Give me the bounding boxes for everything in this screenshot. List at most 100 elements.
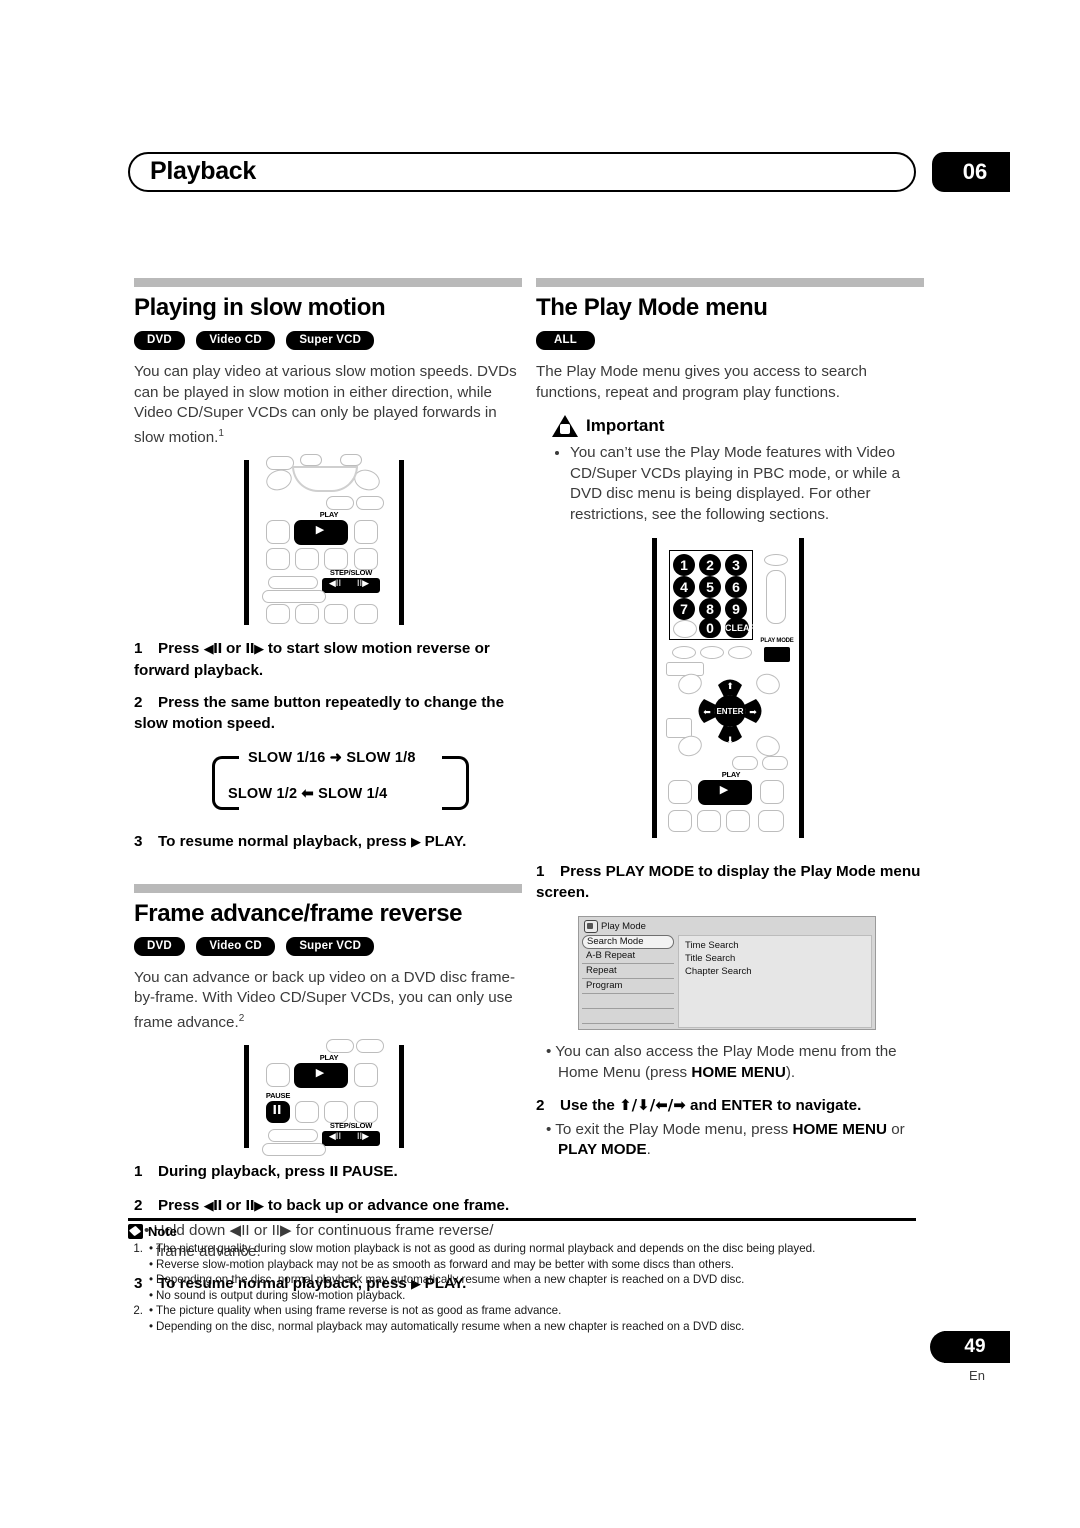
step-slow-forward-icon: II▶ [356, 1132, 370, 1143]
bullet-bold-home-menu: HOME MENU [691, 1063, 786, 1081]
cycle-row-top: SLOW 1/16 ➜ SLOW 1/8 [248, 750, 416, 767]
cycle-row-bottom: SLOW 1/2 ⬅ SLOW 1/4 [228, 786, 388, 803]
play-key-label: PLAY [319, 1053, 339, 1063]
footnote-ref-2: 2 [238, 1012, 245, 1024]
frame-advance-intro-text: You can advance or back up video on a DV… [134, 968, 516, 1031]
right-column-bottom-text: • You can also access the Play Mode menu… [536, 1042, 924, 1161]
step-number: 1 [134, 1163, 143, 1181]
bullet-bold-home-menu: HOME MENU [792, 1120, 887, 1138]
section-heading-slow-motion: Playing in slow motion [134, 294, 386, 321]
step-1-frame-advance: 1 During playback, press II PAUSE. [134, 1162, 522, 1184]
badge-dvd: DVD [134, 331, 185, 350]
note-line: • Depending on the disc, normal playback … [128, 1272, 916, 1288]
disc-badges-slow-motion: DVD Video CD Super VCD [134, 330, 522, 350]
chapter-number: 06 [962, 159, 988, 184]
svg-text:➡: ➡ [749, 708, 757, 718]
badge-dvd: DVD [134, 936, 185, 956]
note-group-1: 1. • The picture quality during slow motio… [128, 1241, 916, 1303]
osd-titlebar: Play Mode [582, 920, 872, 933]
osd-submenu-item-chapter-search[interactable]: Chapter Search [685, 965, 871, 978]
note-header: Note [128, 1224, 916, 1239]
step-slow-reverse-icon: ◀II [328, 579, 342, 590]
important-callout: Important You can’t use the Play Mode fe… [552, 415, 924, 525]
chapter-number-tab: 06 [932, 152, 1010, 192]
number-key-6: 6 [725, 576, 747, 598]
frame-advance-intro: You can advance or back up video on a DV… [134, 968, 522, 1034]
osd-submenu-list: Time Search Title Search Chapter Search [678, 935, 872, 1028]
note-bullet: • [148, 1273, 154, 1286]
step-slow-reverse-icon-inline: ◀II [203, 1198, 223, 1214]
important-bullet: You can’t use the Play Mode features wit… [570, 443, 924, 525]
note-line: • No sound is output during slow-motion p… [128, 1288, 916, 1304]
step-slow-forward-icon-inline: II▶ [245, 1198, 264, 1214]
step-text-a: Use the [560, 1097, 620, 1114]
step-number: 2 [134, 694, 143, 712]
note-bullet: • [148, 1242, 154, 1255]
step-slow-reverse-icon-inline: ◀II [203, 642, 223, 658]
play-mode-menu-icon [584, 920, 598, 933]
svg-text:⬇: ⬇ [726, 736, 734, 746]
note-title: Note [148, 1224, 177, 1239]
play-mode-exit-bullet: • To exit the Play Mode menu, press HOME… [546, 1120, 905, 1159]
footnote-ref-1: 1 [218, 427, 224, 439]
note-line: • Reverse slow-motion playback may not be… [128, 1257, 916, 1273]
step-number: 2 [536, 1097, 545, 1114]
disc-badges-play-mode: ALL [536, 330, 924, 350]
note-index [128, 1257, 146, 1273]
note-bullet: • [148, 1288, 154, 1302]
number-key-2: 2 [699, 554, 721, 576]
step-number: 1 [536, 863, 545, 880]
osd-menu-item-ab-repeat[interactable]: A-B Repeat [582, 949, 674, 964]
note-group-2: 2. • The picture quality when using frame … [128, 1303, 916, 1334]
disc-badges-frame-advance: DVD Video CD Super VCD [134, 936, 522, 956]
step-text: Press [158, 640, 204, 658]
note-index [128, 1272, 146, 1288]
remote-illustration-frame-advance: PLAY ▶ PAUSE II STEP/SLOW ◀II II▶ [244, 1039, 404, 1157]
note-index [128, 1288, 146, 1304]
play-icon: ▶ [719, 783, 729, 796]
note-index [128, 1319, 146, 1335]
step-text-after: to back up or advance one frame. [263, 1196, 510, 1214]
note-index: 2. [133, 1304, 143, 1317]
section-rule [536, 278, 924, 287]
number-key-5: 5 [699, 576, 721, 598]
remote-illustration-slow-motion: PLAY ▶ STEP/SLOW ◀II II▶ [244, 454, 404, 626]
note-text: Depending on the disc, normal playback m… [156, 1273, 745, 1286]
number-key-4: 4 [673, 576, 695, 598]
osd-menu-item-search-mode[interactable]: Search Mode [582, 935, 674, 949]
osd-menu-item-repeat[interactable]: Repeat [582, 964, 674, 979]
step-text-after: PLAY. [420, 833, 467, 851]
step-1-play-mode: 1 Press PLAY MODE to display the Play Mod… [536, 862, 924, 903]
note-bullet: • [148, 1319, 154, 1333]
step-slow-key-label: STEP/SLOW [329, 1121, 373, 1131]
badge-video-cd: Video CD [196, 331, 275, 350]
important-header: Important [552, 415, 924, 437]
right-column-lower: 1 Press PLAY MODE to display the Play Mod… [536, 862, 924, 915]
dpad-cluster: ENTER ⬆ ⬇ ⬅ ➡ [698, 679, 762, 746]
badge-video-cd: Video CD [196, 936, 275, 956]
play-mode-intro: The Play Mode menu gives you access to s… [536, 363, 867, 401]
note-pencil-icon [128, 1224, 143, 1239]
number-key-9: 9 [725, 598, 747, 620]
play-icon: ▶ [315, 523, 325, 537]
slow-motion-intro-text: You can play video at various slow motio… [134, 363, 517, 446]
osd-submenu-item-title-search[interactable]: Title Search [685, 952, 871, 965]
note-line: • Depending on the disc, normal playback … [128, 1319, 916, 1335]
step-slow-key-label: STEP/SLOW [329, 568, 373, 578]
step-text: Press PLAY MODE to display the Play Mode… [536, 863, 921, 901]
step-text-mid: or [221, 640, 246, 658]
step-number: 2 [134, 1196, 143, 1214]
svg-text:ENTER: ENTER [716, 707, 743, 716]
remote-illustration-play-mode: 1 2 3 4 5 6 7 8 9 0 CLEAR PLAY MODE ENTE… [652, 538, 804, 838]
play-icon: ▶ [315, 1066, 325, 1080]
pause-icon: II [272, 1103, 282, 1118]
badge-all: ALL [536, 331, 595, 350]
left-column: Playing in slow motion DVD Video CD Supe… [134, 278, 522, 1308]
osd-menu-item-blank [582, 994, 674, 1009]
note-text: Depending on the disc, normal playback m… [156, 1319, 745, 1333]
clear-key: CLEAR [725, 618, 756, 638]
osd-menu-item-program[interactable]: Program [582, 979, 674, 994]
osd-submenu-item-time-search[interactable]: Time Search [685, 939, 871, 952]
bullet-bold-play-mode: PLAY MODE [558, 1141, 647, 1158]
osd-menu-item-blank [582, 1009, 674, 1024]
